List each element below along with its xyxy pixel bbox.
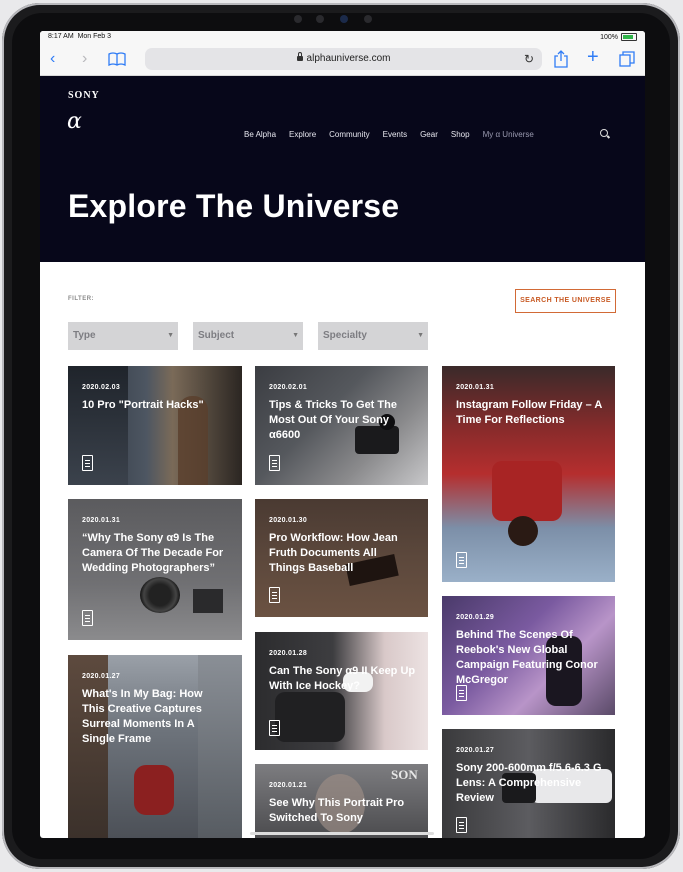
nav-be-alpha[interactable]: Be Alpha [244, 130, 276, 139]
chevron-down-icon: ▼ [167, 332, 174, 339]
image-watermark: SON [391, 767, 418, 782]
battery-percent: 100% [600, 33, 618, 41]
home-indicator[interactable] [250, 832, 434, 835]
address-bar[interactable]: alphauniverse.com ↻ [145, 48, 542, 70]
article-title: Behind The Scenes Of Reebok's New Global… [456, 629, 598, 686]
nav-gear[interactable]: Gear [420, 130, 438, 139]
specialty-dropdown-label: Specialty [323, 330, 367, 341]
status-right: 100% [600, 33, 637, 41]
share-icon[interactable] [554, 50, 568, 68]
article-icon [269, 455, 280, 471]
article-card[interactable]: 2020.02.01 Tips & Tricks To Get The Most… [255, 366, 428, 485]
article-title: Pro Workflow: How Jean Fruth Documents A… [269, 532, 398, 574]
alpha-logo[interactable]: α [67, 109, 82, 134]
article-card[interactable]: 2020.01.31 Instagram Follow Friday – A T… [442, 366, 615, 582]
article-icon [269, 587, 280, 603]
article-date: 2020.02.03 [82, 384, 121, 391]
url-text: alphauniverse.com [306, 53, 391, 64]
type-dropdown-label: Type [73, 330, 96, 341]
screen: 8:17 AM Mon Feb 3 100% ‹ › alphauniverse… [40, 31, 645, 838]
sensor-dot [364, 15, 372, 23]
article-title: Can The Sony α9 II Keep Up With Ice Hock… [269, 665, 416, 692]
article-title: Sony 200-600mm f/5.6-6.3 G Lens: A Compr… [456, 762, 602, 804]
bookmarks-icon[interactable] [108, 52, 126, 66]
article-card[interactable]: 2020.01.30 Pro Workflow: How Jean Fruth … [255, 499, 428, 617]
article-date: 2020.01.30 [269, 517, 308, 524]
chevron-down-icon: ▼ [292, 332, 299, 339]
lock-icon [296, 52, 303, 61]
article-title: “Why The Sony α9 Is The Camera Of The De… [82, 532, 224, 574]
status-time-date: 8:17 AM Mon Feb 3 [48, 33, 111, 40]
reload-icon[interactable]: ↻ [524, 48, 534, 70]
front-camera [340, 15, 348, 23]
tabs-icon[interactable] [619, 51, 635, 67]
status-time: 8:17 AM [48, 33, 74, 40]
article-icon [456, 685, 467, 701]
type-dropdown[interactable]: Type ▼ [68, 322, 178, 350]
article-card[interactable]: SON 2020.01.21 See Why This Portrait Pro… [255, 764, 428, 838]
article-date: 2020.01.29 [456, 614, 495, 621]
article-icon [456, 552, 467, 568]
article-card[interactable]: 2020.01.27 What's In My Bag: How This Cr… [68, 655, 242, 838]
article-date: 2020.01.31 [82, 517, 121, 524]
article-card[interactable]: 2020.01.27 Sony 200-600mm f/5.6-6.3 G Le… [442, 729, 615, 838]
nav-shop[interactable]: Shop [451, 130, 470, 139]
article-card[interactable]: 2020.02.03 10 Pro "Portrait Hacks" [68, 366, 242, 485]
article-date: 2020.02.01 [269, 384, 308, 391]
sensor-dot [294, 15, 302, 23]
page-title: Explore The Universe [68, 188, 400, 224]
subject-dropdown[interactable]: Subject ▼ [193, 322, 303, 350]
article-date: 2020.01.21 [269, 782, 308, 789]
nav-my-universe[interactable]: My α Universe [483, 130, 534, 139]
article-card[interactable]: 2020.01.28 Can The Sony α9 II Keep Up Wi… [255, 632, 428, 750]
new-tab-icon[interactable]: + [587, 47, 599, 67]
article-icon [82, 455, 93, 471]
article-title: What's In My Bag: How This Creative Capt… [82, 688, 203, 745]
article-icon [456, 817, 467, 833]
article-card[interactable]: 2020.01.29 Behind The Scenes Of Reebok's… [442, 596, 615, 715]
search-icon[interactable] [600, 129, 608, 137]
article-date: 2020.01.28 [269, 650, 308, 657]
hero-header: SONY α Be Alpha Explore Community Events… [40, 76, 645, 262]
sensor-dot [316, 15, 324, 23]
status-bar: 8:17 AM Mon Feb 3 100% [40, 31, 645, 44]
article-date: 2020.01.31 [456, 384, 495, 391]
back-icon[interactable]: ‹ [50, 51, 55, 67]
main-nav: Be Alpha Explore Community Events Gear S… [244, 130, 547, 139]
camera-bar [294, 12, 394, 26]
article-title: Tips & Tricks To Get The Most Out Of You… [269, 399, 397, 441]
specialty-dropdown[interactable]: Specialty ▼ [318, 322, 428, 350]
subject-dropdown-label: Subject [198, 330, 235, 341]
browser-toolbar: ‹ › alphauniverse.com ↻ + [40, 44, 645, 76]
sony-logo[interactable]: SONY [68, 90, 100, 101]
article-title: Instagram Follow Friday – A Time For Ref… [456, 399, 602, 426]
nav-community[interactable]: Community [329, 130, 369, 139]
nav-events[interactable]: Events [383, 130, 407, 139]
article-title: 10 Pro "Portrait Hacks" [82, 399, 204, 411]
article-title: See Why This Portrait Pro Switched To So… [269, 797, 405, 824]
search-universe-button[interactable]: SEARCH THE UNIVERSE [515, 289, 616, 313]
filter-label: FILTER: [68, 296, 95, 302]
chevron-down-icon: ▼ [417, 332, 424, 339]
forward-icon[interactable]: › [82, 51, 87, 67]
article-date: 2020.01.27 [456, 747, 495, 754]
article-icon [269, 720, 280, 736]
article-date: 2020.01.27 [82, 673, 121, 680]
status-date: Mon Feb 3 [77, 33, 112, 40]
nav-explore[interactable]: Explore [289, 130, 316, 139]
article-icon [82, 610, 93, 626]
battery-icon [621, 33, 637, 41]
article-card[interactable]: 2020.01.31 “Why The Sony α9 Is The Camer… [68, 499, 242, 640]
